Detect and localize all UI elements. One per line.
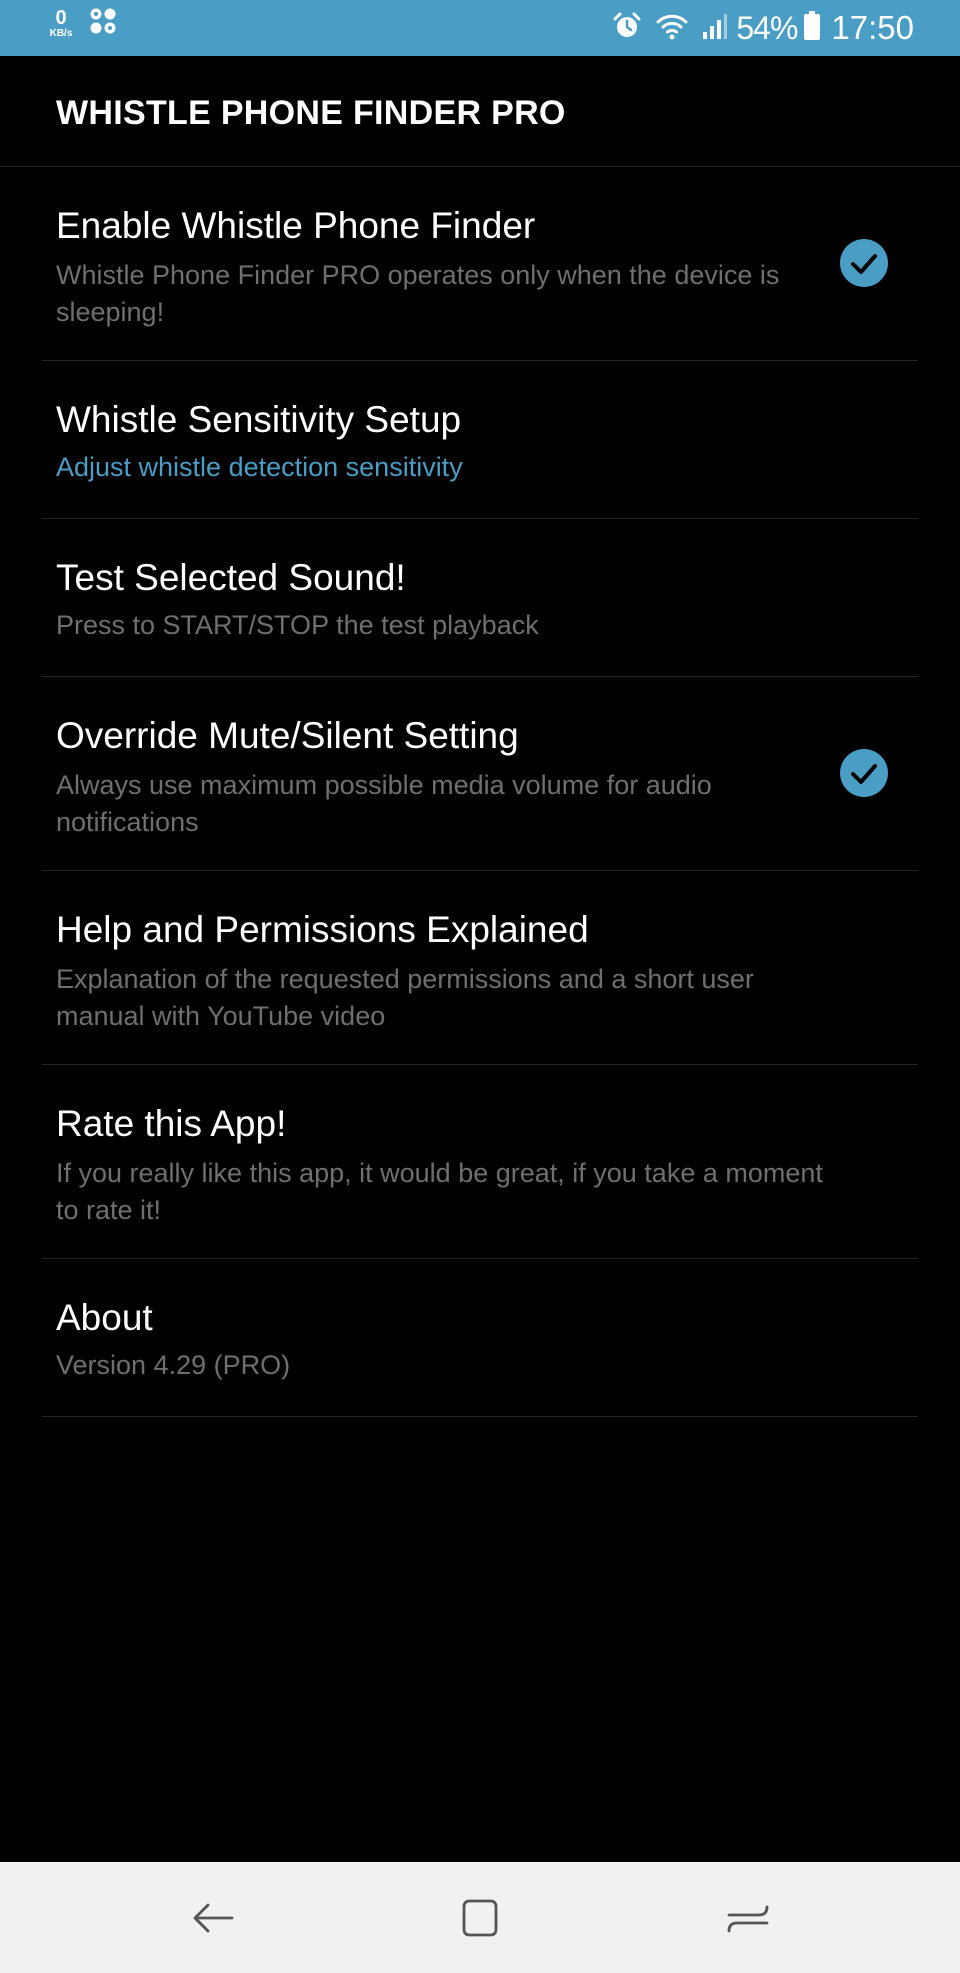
- battery-icon: [803, 10, 821, 46]
- pref-summary: Version 4.29 (PRO): [56, 1350, 291, 1380]
- pref-enable-whistle-finder[interactable]: Enable Whistle Phone Finder Whistle Phon…: [42, 167, 918, 361]
- app-bar: WHISTLE PHONE FINDER PRO: [0, 56, 960, 167]
- net-speed-value: 0: [55, 7, 67, 29]
- net-speed-indicator: 0 KB/s: [44, 8, 78, 39]
- recents-icon: [727, 1905, 769, 1933]
- pref-whistle-sensitivity-setup[interactable]: Whistle Sensitivity Setup Adjust whistle…: [42, 361, 918, 519]
- checkbox-checked-icon[interactable]: [840, 749, 888, 797]
- clock: 17:50: [831, 9, 914, 46]
- app-notification-icon: [88, 6, 118, 41]
- pref-title: Override Mute/Silent Setting: [56, 715, 519, 756]
- battery-percent: 54%: [736, 9, 798, 46]
- page-title: WHISTLE PHONE FINDER PRO: [56, 94, 566, 132]
- status-bar-right: 54% 17:50: [598, 0, 914, 56]
- pref-test-selected-sound[interactable]: Test Selected Sound! Press to START/STOP…: [42, 519, 918, 677]
- pref-title: Rate this App!: [56, 1103, 287, 1144]
- pref-summary: Press to START/STOP the test playback: [56, 610, 539, 640]
- signal-icon: [702, 12, 728, 45]
- pref-summary: Whistle Phone Finder PRO operates only w…: [56, 260, 780, 327]
- checkbox-checked-icon[interactable]: [840, 239, 888, 287]
- pref-title: Test Selected Sound!: [56, 557, 406, 598]
- pref-title: Enable Whistle Phone Finder: [56, 205, 536, 246]
- navigation-bar: [0, 1862, 960, 1973]
- pref-title: Help and Permissions Explained: [56, 909, 589, 950]
- recents-button[interactable]: [722, 1892, 774, 1944]
- pref-override-mute-silent[interactable]: Override Mute/Silent Setting Always use …: [42, 677, 918, 871]
- pref-summary: If you really like this app, it would be…: [56, 1158, 823, 1225]
- home-icon: [462, 1899, 498, 1937]
- back-button[interactable]: [187, 1892, 239, 1944]
- status-bar-left: 0 KB/s: [44, 6, 118, 41]
- pref-help-and-permissions[interactable]: Help and Permissions Explained Explanati…: [42, 871, 918, 1065]
- preference-list: Enable Whistle Phone Finder Whistle Phon…: [0, 167, 960, 1417]
- back-icon: [193, 1903, 234, 1933]
- pref-summary: Adjust whistle detection sensitivity: [56, 452, 463, 482]
- status-bar: 0 KB/s 54% 17:50: [0, 0, 960, 56]
- pref-title: About: [56, 1297, 153, 1338]
- alarm-icon: [612, 11, 642, 46]
- pref-title: Whistle Sensitivity Setup: [56, 399, 462, 440]
- pref-about[interactable]: About Version 4.29 (PRO): [42, 1259, 918, 1417]
- pref-summary: Always use maximum possible media volume…: [56, 770, 712, 837]
- net-speed-unit: KB/s: [49, 28, 73, 39]
- pref-summary: Explanation of the requested permissions…: [56, 964, 754, 1031]
- wifi-icon: [656, 12, 688, 45]
- home-button[interactable]: [454, 1892, 506, 1944]
- pref-rate-this-app[interactable]: Rate this App! If you really like this a…: [42, 1065, 918, 1259]
